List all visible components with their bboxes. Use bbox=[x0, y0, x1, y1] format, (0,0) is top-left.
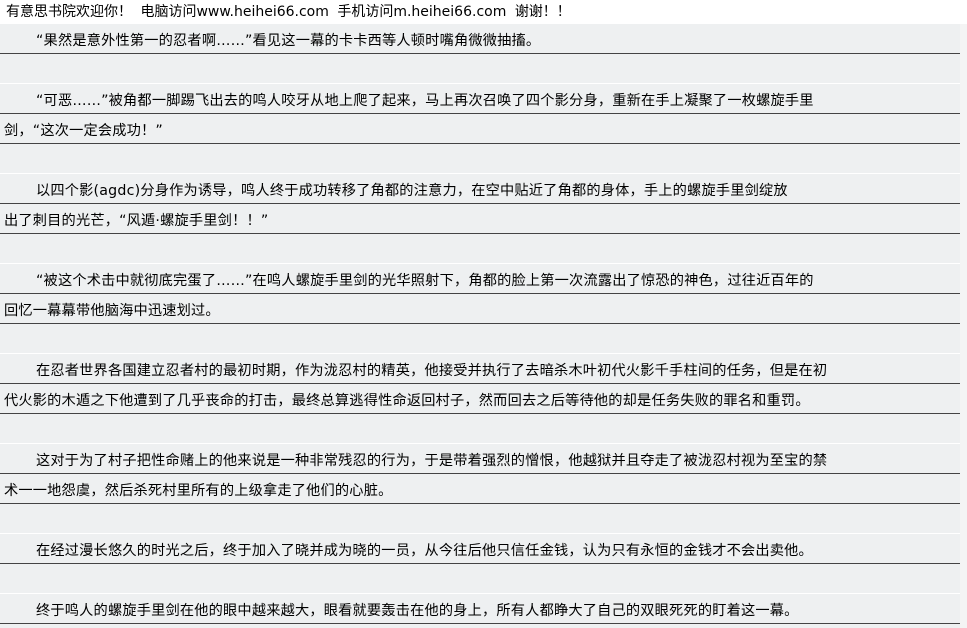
page-edge-strip bbox=[960, 24, 967, 628]
paragraph-line: “可恶……”被角都一脚踢飞出去的鸣人咬牙从地上爬了起来，马上再次召唤了四个影分身… bbox=[0, 84, 960, 114]
paragraph-line: 这对于为了村子把性命赌上的他来说是一种非常残忍的行为，于是带着强烈的憎恨，他越狱… bbox=[0, 444, 960, 474]
paragraph-line: 剑，“这次一定会成功！” bbox=[0, 114, 960, 144]
paragraph-line: “被这个术击中就彻底完蛋了……”在鸣人螺旋手里剑的光华照射下，角都的脸上第一次流… bbox=[0, 264, 960, 294]
paragraph-line: 术一一地怨虞，然后杀死村里所有的上级拿走了他们的心脏。 bbox=[0, 474, 960, 504]
paragraph: 以四个影(agdc)分身作为诱导，鸣人终于成功转移了角都的注意力，在空中贴近了角… bbox=[0, 174, 960, 264]
paragraph: “被这个术击中就彻底完蛋了……”在鸣人螺旋手里剑的光华照射下，角都的脸上第一次流… bbox=[0, 264, 960, 354]
paragraph: “果然是意外性第一的忍者啊……”看见这一幕的卡卡西等人顿时嘴角微微抽搐。 bbox=[0, 24, 960, 84]
site-header: 有意思书院欢迎你！ 电脑访问www.heihei66.com 手机访问m.hei… bbox=[0, 0, 967, 24]
mobile-visit-link[interactable]: 手机访问m.heihei66.com bbox=[337, 4, 506, 20]
paragraph-line: 在忍者世界各国建立忍者村的最初时期，作为泷忍村的精英，他接受并执行了去暗杀木叶初… bbox=[0, 354, 960, 384]
chapter-content: “果然是意外性第一的忍者啊……”看见这一幕的卡卡西等人顿时嘴角微微抽搐。 “可恶… bbox=[0, 24, 960, 628]
pc-visit-link[interactable]: 电脑访问www.heihei66.com bbox=[140, 4, 328, 20]
site-name: 有意思书院欢迎你！ bbox=[6, 4, 132, 20]
paragraph: 这对于为了村子把性命赌上的他来说是一种非常残忍的行为，于是带着强烈的憎恨，他越狱… bbox=[0, 444, 960, 534]
paragraph-line: 回忆一幕幕带他脑海中迅速划过。 bbox=[0, 294, 960, 324]
paragraph-line: “果然是意外性第一的忍者啊……”看见这一幕的卡卡西等人顿时嘴角微微抽搐。 bbox=[0, 24, 960, 54]
paragraph-line: 在经过漫长悠久的时光之后，终于加入了晓并成为晓的一员，从今往后他只信任金钱，认为… bbox=[0, 534, 960, 564]
paragraph-line: 以四个影(agdc)分身作为诱导，鸣人终于成功转移了角都的注意力，在空中贴近了角… bbox=[0, 174, 960, 204]
paragraph: 终于鸣人的螺旋手里剑在他的眼中越来越大，眼看就要轰击在他的身上，所有人都睁大了自… bbox=[0, 594, 960, 624]
paragraph-line: 出了刺目的光芒，“风遁·螺旋手里剑！！” bbox=[0, 204, 960, 234]
paragraph-line: 终于鸣人的螺旋手里剑在他的眼中越来越大，眼看就要轰击在他的身上，所有人都睁大了自… bbox=[0, 594, 960, 624]
paragraph-line: 代火影的木遁之下他遭到了几乎丧命的打击，最终总算逃得性命返回村子，然而回去之后等… bbox=[0, 384, 960, 414]
paragraph: 在经过漫长悠久的时光之后，终于加入了晓并成为晓的一员，从今往后他只信任金钱，认为… bbox=[0, 534, 960, 594]
thanks-text: 谢谢！！ bbox=[514, 4, 571, 20]
paragraph: 在忍者世界各国建立忍者村的最初时期，作为泷忍村的精英，他接受并执行了去暗杀木叶初… bbox=[0, 354, 960, 444]
paragraph: “可恶……”被角都一脚踢飞出去的鸣人咬牙从地上爬了起来，马上再次召唤了四个影分身… bbox=[0, 84, 960, 174]
